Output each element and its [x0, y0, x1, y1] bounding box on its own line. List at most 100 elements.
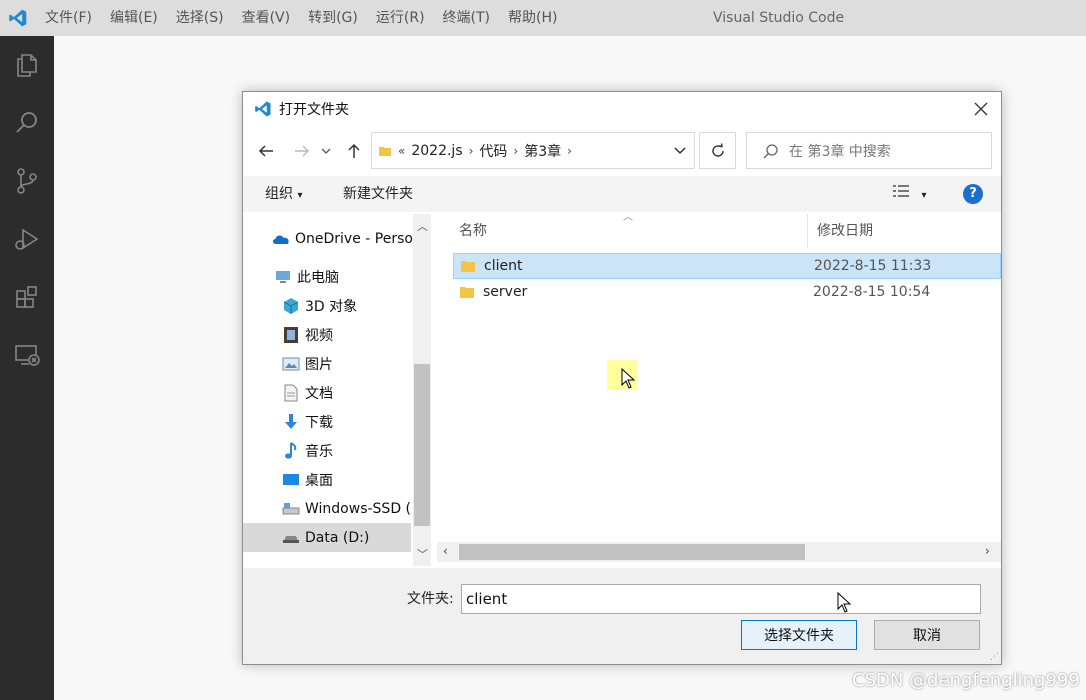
address-dropdown-chevron-icon[interactable]	[674, 143, 686, 159]
nav-item-desktop[interactable]: 桌面	[243, 465, 413, 494]
organize-menu[interactable]: 组织 ▾	[265, 176, 302, 214]
cancel-button[interactable]: 取消	[874, 620, 980, 650]
resize-grip-icon[interactable]: ⋰	[990, 652, 999, 662]
file-list: ︿ 名称 修改日期 client 2022-8-15 11:33 server …	[437, 212, 1001, 542]
address-overflow[interactable]: «	[396, 144, 407, 158]
address-segment[interactable]: 代码	[475, 141, 511, 161]
close-icon[interactable]	[971, 99, 991, 119]
search-box[interactable]: 在 第3章 中搜索	[746, 132, 992, 169]
scroll-left-arrow-icon[interactable]: ‹	[443, 544, 448, 558]
nav-item-pictures[interactable]: 图片	[243, 349, 413, 378]
help-icon[interactable]: ?	[963, 184, 983, 204]
file-modified-date: 2022-8-15 11:33	[814, 258, 932, 274]
scroll-up-arrow-icon[interactable]: ︿	[417, 218, 428, 234]
scrollbar-thumb[interactable]	[459, 544, 805, 560]
menu-run[interactable]: 运行(R)	[367, 0, 434, 36]
nav-pane-scrollbar[interactable]: ︿ ﹀	[413, 214, 431, 566]
navigation-pane: OneDrive - Perso 此电脑 3D 对象 视频 图片 文档 下载 音…	[243, 214, 431, 566]
music-icon	[281, 441, 301, 460]
search-icon	[763, 143, 778, 158]
downloads-icon	[281, 413, 301, 431]
menubar: 文件(F) 编辑(E) 选择(S) 查看(V) 转到(G) 运行(R) 终端(T…	[36, 0, 566, 36]
column-header-name[interactable]: 名称	[459, 214, 487, 248]
vscode-titlebar: 文件(F) 编辑(E) 选择(S) 查看(V) 转到(G) 运行(R) 终端(T…	[0, 0, 1086, 36]
watermark: CSDN @dengfengling999	[852, 670, 1080, 691]
scroll-down-arrow-icon[interactable]: ﹀	[417, 546, 428, 562]
chevron-down-icon: ▾	[297, 190, 303, 201]
onedrive-icon	[271, 230, 291, 248]
drive-icon	[281, 529, 301, 547]
back-arrow-icon[interactable]	[255, 140, 277, 162]
nav-item-label: 下载	[305, 414, 333, 431]
nav-item-label: 文档	[305, 385, 333, 402]
folder-icon	[461, 261, 475, 272]
forward-arrow-icon[interactable]	[291, 140, 313, 162]
menu-edit[interactable]: 编辑(E)	[101, 0, 167, 36]
extensions-icon[interactable]	[0, 268, 54, 326]
menu-help[interactable]: 帮助(H)	[499, 0, 566, 36]
source-control-icon[interactable]	[0, 152, 54, 210]
select-folder-button[interactable]: 选择文件夹	[741, 620, 857, 650]
nav-item-label: Data (D:)	[305, 529, 370, 546]
view-options-icon[interactable]: ▾	[893, 176, 926, 214]
open-folder-dialog: 打开文件夹 « 2022.js › 代码 › 第3章 › 在 第3章 中搜索 组…	[242, 91, 1002, 665]
nav-item-downloads[interactable]: 下载	[243, 407, 413, 436]
run-debug-icon[interactable]	[0, 210, 54, 268]
nav-item-data-drive[interactable]: Data (D:)	[243, 523, 411, 552]
chevron-right-icon[interactable]: ›	[467, 144, 476, 158]
navigation-row: « 2022.js › 代码 › 第3章 › 在 第3章 中搜索	[243, 132, 1001, 170]
new-folder-button[interactable]: 新建文件夹	[343, 176, 413, 212]
dialog-footer: 文件夹: 选择文件夹 取消 ⋰	[243, 568, 1001, 664]
column-divider[interactable]	[807, 214, 808, 248]
address-bar[interactable]: « 2022.js › 代码 › 第3章 ›	[371, 132, 695, 169]
nav-item-label: 音乐	[305, 443, 333, 460]
mouse-pointer-icon	[621, 368, 636, 389]
activity-bar	[0, 36, 54, 700]
dialog-title: 打开文件夹	[279, 102, 349, 118]
file-list-horizontal-scrollbar[interactable]: ‹ ›	[437, 542, 1001, 562]
menu-file[interactable]: 文件(F)	[36, 0, 101, 36]
explorer-icon[interactable]	[0, 36, 54, 94]
desktop-icon	[281, 471, 301, 489]
nav-item-music[interactable]: 音乐	[243, 436, 413, 465]
mouse-pointer-icon	[837, 592, 852, 613]
nav-item-label: Windows-SSD (	[305, 500, 412, 517]
folder-field-label: 文件夹:	[407, 591, 454, 607]
chevron-right-icon[interactable]: ›	[565, 144, 574, 158]
column-header-modified[interactable]: 修改日期	[817, 214, 873, 248]
nav-item-3d-objects[interactable]: 3D 对象	[243, 291, 413, 320]
up-arrow-icon[interactable]	[343, 140, 365, 162]
nav-item-label: OneDrive - Perso	[295, 230, 413, 247]
menu-go[interactable]: 转到(G)	[299, 0, 367, 36]
remote-explorer-icon[interactable]	[0, 326, 54, 384]
menu-view[interactable]: 查看(V)	[233, 0, 300, 36]
recent-locations-chevron-icon[interactable]	[319, 140, 333, 162]
nav-item-label: 3D 对象	[305, 298, 358, 315]
nav-item-documents[interactable]: 文档	[243, 378, 413, 407]
nav-item-videos[interactable]: 视频	[243, 320, 413, 349]
documents-icon	[281, 384, 301, 402]
chevron-right-icon[interactable]: ›	[511, 144, 520, 158]
folder-name-input[interactable]	[461, 584, 981, 614]
chevron-down-icon: ▾	[921, 190, 927, 201]
nav-item-label: 图片	[305, 356, 333, 373]
nav-item-windows-ssd[interactable]: Windows-SSD (	[243, 494, 413, 523]
scrollbar-thumb[interactable]	[414, 364, 430, 526]
menu-selection[interactable]: 选择(S)	[167, 0, 233, 36]
file-row-server[interactable]: server 2022-8-15 10:54	[453, 279, 1001, 305]
address-segment[interactable]: 第3章	[520, 141, 565, 161]
refresh-button[interactable]	[699, 132, 736, 169]
nav-item-this-pc[interactable]: 此电脑	[243, 262, 413, 291]
folder-icon	[379, 146, 391, 156]
sort-ascending-icon: ︿	[623, 212, 633, 223]
nav-item-label: 桌面	[305, 472, 333, 489]
menu-terminal[interactable]: 终端(T)	[434, 0, 499, 36]
search-icon[interactable]	[0, 94, 54, 152]
address-segment[interactable]: 2022.js	[407, 143, 466, 159]
drive-icon	[281, 500, 301, 518]
file-name: client	[484, 258, 523, 274]
file-row-client[interactable]: client 2022-8-15 11:33	[453, 253, 1001, 279]
search-placeholder: 在 第3章 中搜索	[789, 143, 891, 160]
nav-item-onedrive[interactable]: OneDrive - Perso	[243, 224, 413, 253]
scroll-right-arrow-icon[interactable]: ›	[985, 544, 990, 558]
